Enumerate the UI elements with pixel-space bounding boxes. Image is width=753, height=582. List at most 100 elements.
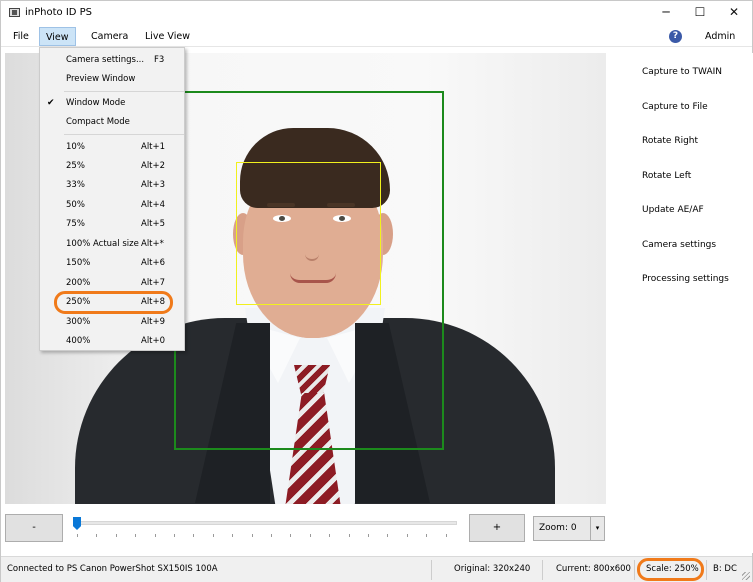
menu-item-label: 33% — [66, 180, 85, 190]
slider-tick — [387, 534, 389, 537]
slider-tick — [232, 534, 234, 537]
minimize-button[interactable]: ─ — [649, 1, 683, 25]
status-divider — [542, 560, 543, 580]
slider-tick — [309, 534, 311, 537]
menu-item-label: 400% — [66, 336, 91, 346]
status-b: B: DC — [713, 564, 737, 574]
menu-item-shortcut: F3 — [154, 55, 165, 65]
menu-item-preview-window[interactable]: Preview Window — [41, 70, 185, 89]
menu-item-label: 150% — [66, 258, 91, 268]
menu-item-label: 50% — [66, 200, 85, 210]
menu-item-shortcut: Alt+2 — [141, 161, 166, 171]
slider-tick — [290, 534, 292, 537]
menu-item-label: Camera settings... — [66, 55, 145, 65]
menu-live-view[interactable]: Live View — [139, 27, 196, 46]
menu-item-label: 25% — [66, 161, 85, 171]
slider-tick — [96, 534, 98, 537]
menu-item-label: 10% — [66, 142, 85, 152]
update-ae-af-button[interactable]: Update AE/AF — [642, 205, 704, 215]
status-original-size: Original: 320x240 — [454, 564, 531, 574]
menu-camera[interactable]: Camera — [85, 27, 134, 46]
menu-file[interactable]: File — [7, 27, 35, 46]
menu-item-compact-mode[interactable]: Compact Mode — [41, 113, 185, 132]
resize-grip-icon[interactable] — [742, 572, 750, 580]
rotate-right-button[interactable]: Rotate Right — [642, 136, 698, 146]
menu-item-shortcut: Alt+1 — [141, 142, 166, 152]
close-button[interactable]: ✕ — [717, 1, 751, 25]
slider-tick — [135, 534, 137, 537]
menu-separator — [64, 134, 184, 135]
menu-bar: File View Camera Live View ? Admin — [1, 25, 752, 47]
zoom-value: Zoom: 0 — [539, 523, 577, 533]
zoom-slider-track[interactable] — [75, 521, 457, 525]
help-icon[interactable]: ? — [669, 30, 682, 43]
zoom-in-button[interactable]: + — [469, 514, 525, 542]
status-current-size: Current: 800x600 — [556, 564, 631, 574]
processing-settings-button[interactable]: Processing settings — [642, 274, 729, 284]
menu-item-shortcut: Alt+6 — [141, 258, 166, 268]
menu-item-shortcut: Alt+9 — [141, 317, 166, 327]
menu-item-zoom-300[interactable]: 300% Alt+9 — [41, 313, 185, 332]
rotate-left-button[interactable]: Rotate Left — [642, 171, 691, 181]
menu-item-label: 300% — [66, 317, 91, 327]
menu-item-label: Preview Window — [66, 74, 136, 84]
check-icon: ✔ — [47, 98, 55, 108]
menu-admin[interactable]: Admin — [699, 27, 741, 46]
menu-item-shortcut: Alt+4 — [141, 200, 166, 210]
window-title: inPhoto ID PS — [25, 7, 93, 18]
slider-tick — [193, 534, 195, 537]
status-divider — [706, 560, 707, 580]
slider-tick — [212, 534, 214, 537]
slider-tick — [115, 534, 117, 537]
menu-item-label: 100% Actual size — [66, 239, 139, 249]
scale-highlight-ring — [637, 558, 704, 581]
menu-item-shortcut: Alt+* — [141, 239, 164, 249]
menu-item-shortcut: Alt+3 — [141, 180, 166, 190]
menu-item-zoom-10[interactable]: 10% Alt+1 — [41, 138, 185, 157]
slider-tick — [368, 534, 369, 537]
app-icon — [9, 8, 20, 17]
zoom-out-button[interactable]: - — [5, 514, 63, 542]
menu-view[interactable]: View — [39, 27, 76, 46]
menu-item-window-mode[interactable]: ✔ Window Mode — [41, 94, 185, 113]
capture-to-file-button[interactable]: Capture to File — [642, 102, 708, 112]
menu-item-shortcut: Alt+5 — [141, 219, 166, 229]
maximize-button[interactable]: ☐ — [683, 1, 717, 25]
menu-item-label: 75% — [66, 219, 85, 229]
slider-tick — [271, 534, 272, 537]
menu-item-zoom-50[interactable]: 50% Alt+4 — [41, 196, 185, 215]
status-divider — [431, 560, 432, 580]
capture-to-twain-button[interactable]: Capture to TWAIN — [642, 67, 722, 77]
app-window: inPhoto ID PS ─ ☐ ✕ File View Camera Liv… — [0, 0, 753, 582]
title-bar: inPhoto ID PS ─ ☐ ✕ — [1, 1, 752, 25]
menu-item-camera-settings[interactable]: Camera settings... F3 — [41, 51, 185, 70]
slider-tick — [406, 534, 408, 537]
slider-tick — [154, 534, 156, 537]
zoom-250-highlight-ring — [54, 291, 173, 314]
menu-separator — [64, 91, 184, 92]
menu-item-label: Window Mode — [66, 98, 126, 108]
zoom-slider-thumb[interactable] — [73, 517, 81, 530]
camera-settings-button[interactable]: Camera settings — [642, 240, 716, 250]
slider-tick — [174, 534, 175, 537]
menu-item-shortcut: Alt+0 — [141, 336, 166, 346]
slider-tick — [329, 534, 331, 537]
zoom-dropdown[interactable]: Zoom: 0 ▾ — [533, 516, 605, 541]
slider-tick — [348, 534, 350, 537]
menu-item-zoom-75[interactable]: 75% Alt+5 — [41, 215, 185, 234]
menu-item-zoom-150[interactable]: 150% Alt+6 — [41, 254, 185, 273]
action-panel: Capture to TWAIN Capture to File Rotate … — [612, 53, 753, 553]
menu-item-label: Compact Mode — [66, 117, 130, 127]
menu-item-zoom-33[interactable]: 33% Alt+3 — [41, 176, 185, 195]
menu-item-zoom-25[interactable]: 25% Alt+2 — [41, 157, 185, 176]
menu-item-zoom-100[interactable]: 100% Actual size Alt+* — [41, 235, 185, 254]
eye-detection-frame[interactable] — [236, 162, 381, 305]
chevron-down-icon[interactable]: ▾ — [590, 517, 604, 540]
status-connection: Connected to PS Canon PowerShot SX150IS … — [7, 564, 218, 574]
slider-tick — [251, 534, 253, 537]
slider-tick — [426, 534, 428, 537]
slider-tick — [445, 534, 447, 537]
menu-item-zoom-400[interactable]: 400% Alt+0 — [41, 332, 185, 351]
status-divider — [634, 560, 635, 580]
slider-tick — [77, 534, 78, 537]
